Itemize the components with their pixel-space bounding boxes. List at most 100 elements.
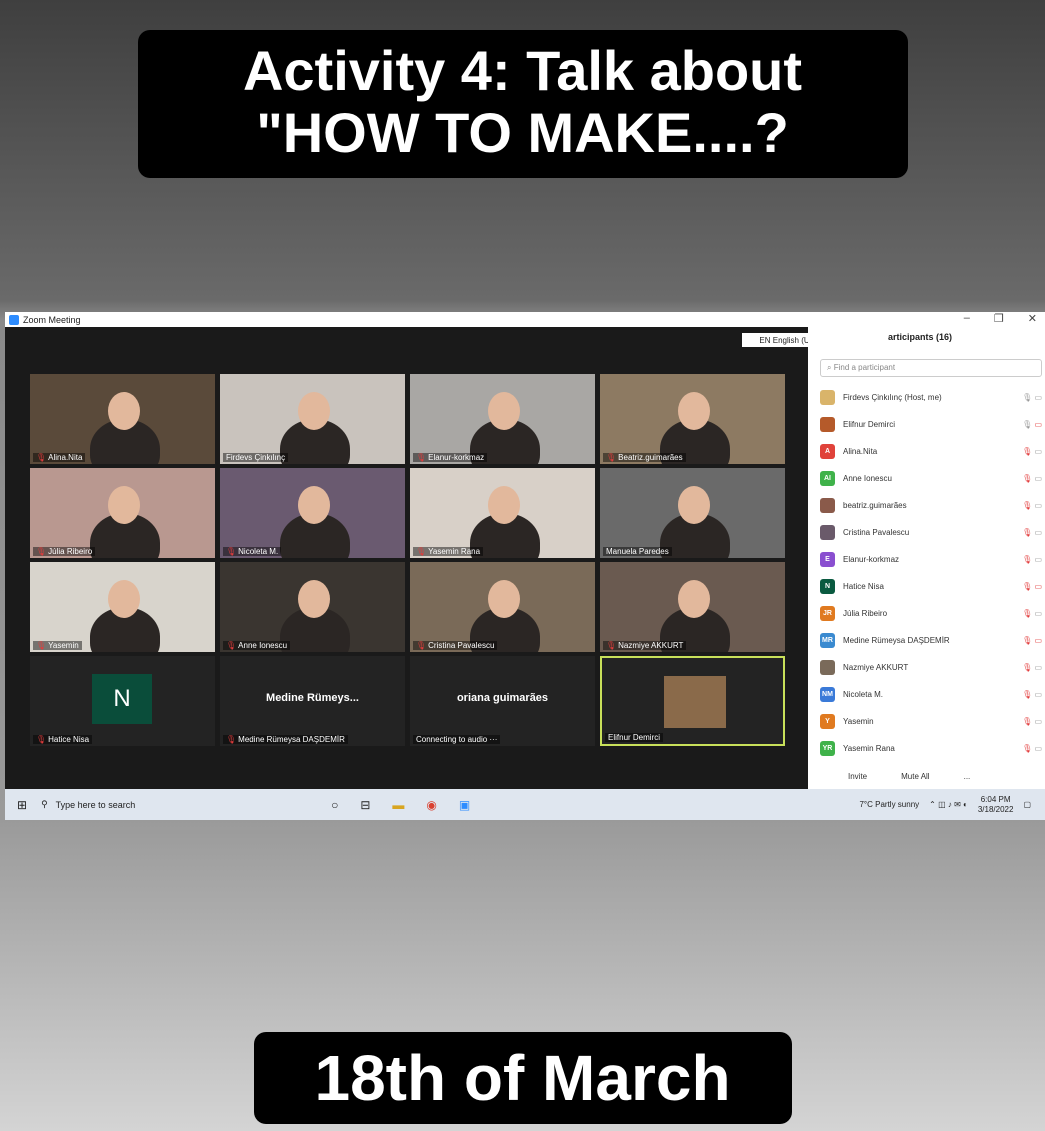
zoom-taskbar-icon[interactable]: ▣ xyxy=(459,798,470,812)
more-button[interactable]: ... xyxy=(964,772,971,781)
participant-row[interactable]: JR Júlia Ribeiro 🎙 ▭ xyxy=(820,600,1042,627)
taskbar-search[interactable]: ⚲ Type here to search xyxy=(41,799,271,810)
mic-muted-icon: 🎙 xyxy=(606,453,617,462)
participant-row[interactable]: Firdevs Çinkılınç (Host, me) 🎙 ▭ xyxy=(820,384,1042,411)
participant-name: beatriz.guimarães xyxy=(843,501,907,510)
participant-list: Firdevs Çinkılınç (Host, me) 🎙 ▭ Elifnur D… xyxy=(820,384,1042,762)
activity-title-banner: Activity 4: Talk about "HOW TO MAKE....? xyxy=(137,30,908,178)
notification-icon[interactable]: ▢ xyxy=(1023,800,1031,809)
video-icon: ▭ xyxy=(1032,744,1042,753)
participant-name: Cristina Pavalescu xyxy=(428,641,495,650)
search-icon: ⌕ xyxy=(827,363,834,372)
participant-search-input[interactable]: ⌕ Find a participant xyxy=(820,359,1042,377)
video-tile[interactable]: oriana guimarães Connecting to audio ··· xyxy=(410,656,595,746)
participant-row[interactable]: Nazmiye AKKURT 🎙 ▭ xyxy=(820,654,1042,681)
person-face xyxy=(108,580,140,618)
participant-row[interactable]: MR Medine Rümeysa DAŞDEMİR 🎙 ▭ xyxy=(820,627,1042,654)
person-face xyxy=(298,392,330,430)
participant-name: Medine Rümeysa DAŞDEMİR xyxy=(843,636,950,645)
participant-avatar: A xyxy=(820,444,835,459)
video-tile[interactable]: 🎙 Elanur-korkmaz xyxy=(410,374,595,464)
video-icon: ▭ xyxy=(1032,663,1042,672)
participant-row[interactable]: YR Yasemin Rana 🎙 ▭ xyxy=(820,735,1042,762)
video-tile[interactable]: Elifnur Demirci xyxy=(600,656,785,746)
participant-status-icons[interactable]: 🎙 ▭ xyxy=(1002,447,1042,456)
mic-muted-icon: 🎙 xyxy=(1022,447,1033,456)
video-feed xyxy=(600,374,785,464)
video-tile[interactable]: 🎙 Júlia Ribeiro xyxy=(30,468,215,558)
video-feed xyxy=(410,562,595,652)
participant-status-icons[interactable]: 🎙 ▭ xyxy=(1002,474,1042,483)
mute-all-button[interactable]: Mute All xyxy=(901,772,929,781)
participant-status-icons[interactable]: 🎙 ▭ xyxy=(1002,420,1042,429)
video-tile[interactable]: 🎙 Alina.Nita xyxy=(30,374,215,464)
mic-muted-icon: 🎙 xyxy=(1022,744,1033,753)
cortana-icon[interactable]: ○ xyxy=(331,798,338,812)
close-icon[interactable]: ✕ xyxy=(1028,312,1037,325)
participant-status-icons[interactable]: 🎙 ▭ xyxy=(1002,636,1042,645)
person-face xyxy=(488,580,520,618)
participant-status-icons[interactable]: 🎙 ▭ xyxy=(1002,393,1042,402)
task-view-icon[interactable]: ⊟ xyxy=(360,798,370,812)
participant-avatar xyxy=(820,417,835,432)
participant-status-icons[interactable]: 🎙 ▭ xyxy=(1002,501,1042,510)
participant-status-icons[interactable]: 🎙 ▭ xyxy=(1002,528,1042,537)
video-icon: ▭ xyxy=(1032,393,1042,402)
video-tile[interactable]: N 🎙 Hatice Nisa xyxy=(30,656,215,746)
activity-title-line2: "HOW TO MAKE....? xyxy=(256,101,789,164)
participant-name: Firdevs Çinkılınç (Host, me) xyxy=(843,393,942,402)
file-explorer-icon[interactable]: ▬ xyxy=(392,798,404,812)
participant-row[interactable]: E Elanur-korkmaz 🎙 ▭ xyxy=(820,546,1042,573)
participant-status-icons[interactable]: 🎙 ▭ xyxy=(1002,744,1042,753)
participant-name: Yasemin Rana xyxy=(428,547,481,556)
participant-status-icons[interactable]: 🎙 ▭ xyxy=(1002,663,1042,672)
weather-text[interactable]: 7°C Partly sunny xyxy=(859,800,919,809)
participant-status-icons[interactable]: 🎙 ▭ xyxy=(1002,690,1042,699)
tile-display-name: oriana guimarães xyxy=(456,692,549,704)
video-tile[interactable]: 🎙 Yasemin Rana xyxy=(410,468,595,558)
chrome-icon[interactable]: ◉ xyxy=(426,798,436,812)
participant-row[interactable]: Cristina Pavalescu 🎙 ▭ xyxy=(820,519,1042,546)
invite-button[interactable]: Invite xyxy=(848,772,867,781)
video-tile[interactable]: Manuela Paredes xyxy=(600,468,785,558)
participant-row[interactable]: A Alina.Nita 🎙 ▭ xyxy=(820,438,1042,465)
participant-search-placeholder: Find a participant xyxy=(833,363,896,372)
participant-status-icons[interactable]: 🎙 ▭ xyxy=(1002,717,1042,726)
participant-row[interactable]: Elifnur Demirci 🎙 ▭ xyxy=(820,411,1042,438)
participant-name: Anne Ionescu xyxy=(238,641,288,650)
video-tile[interactable]: 🎙 Nazmiye AKKURT xyxy=(600,562,785,652)
system-tray-icons[interactable]: ⌃ ◫ ♪ ✉ ◐ xyxy=(929,800,968,809)
video-tile[interactable]: Medine Rümeys... 🎙 Medine Rümeysa DAŞDEMİR xyxy=(220,656,405,746)
participant-row[interactable]: AI Anne Ionescu 🎙 ▭ xyxy=(820,465,1042,492)
participant-row[interactable]: beatriz.guimarães 🎙 ▭ xyxy=(820,492,1042,519)
restore-icon[interactable]: ❐ xyxy=(994,312,1004,325)
profile-photo xyxy=(664,676,726,728)
participant-status-icons[interactable]: 🎙 ▭ xyxy=(1002,609,1042,618)
windows-start-icon[interactable]: ⊞ xyxy=(17,798,27,812)
video-tile[interactable]: 🎙 Anne Ionescu xyxy=(220,562,405,652)
mic-muted-icon: 🎙 xyxy=(1022,582,1033,591)
participant-avatar: YR xyxy=(820,741,835,756)
search-icon: ⚲ xyxy=(41,799,48,809)
video-tile[interactable]: Firdevs Çinkılınç xyxy=(220,374,405,464)
person-face xyxy=(678,580,710,618)
participant-status-icons[interactable]: 🎙 ▭ xyxy=(1002,582,1042,591)
video-tile[interactable]: 🎙 Beatriz.guimarães xyxy=(600,374,785,464)
clock[interactable]: 6:04 PM 3/18/2022 xyxy=(978,795,1014,815)
minimize-icon[interactable]: – xyxy=(964,312,970,325)
participant-row[interactable]: Y Yasemin 🎙 ▭ xyxy=(820,708,1042,735)
video-tile[interactable]: 🎙 Nicoleta M. xyxy=(220,468,405,558)
participant-row[interactable]: NM Nicoleta M. 🎙 ▭ xyxy=(820,681,1042,708)
mic-muted-icon: 🎙 xyxy=(1022,663,1033,672)
video-tile[interactable]: 🎙 Cristina Pavalescu xyxy=(410,562,595,652)
participant-name: Elanur-korkmaz xyxy=(428,453,485,462)
participant-row[interactable]: N Hatice Nisa 🎙 ▭ xyxy=(820,573,1042,600)
participant-name: Connecting to audio ··· xyxy=(416,735,498,744)
participant-status-icons[interactable]: 🎙 ▭ xyxy=(1002,555,1042,564)
mic-muted-icon: 🎙 xyxy=(1022,609,1033,618)
person-face xyxy=(298,486,330,524)
video-feed xyxy=(600,562,785,652)
participant-name: Yasemin xyxy=(48,641,79,650)
video-tile[interactable]: 🎙 Yasemin xyxy=(30,562,215,652)
participant-name: Nazmiye AKKURT xyxy=(843,663,909,672)
